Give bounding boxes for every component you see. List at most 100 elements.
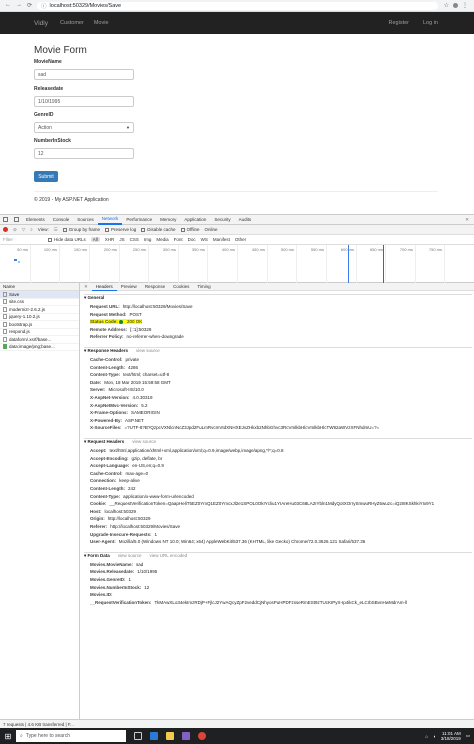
tab-performance[interactable]: Performance	[122, 215, 156, 225]
extension-icon[interactable]	[453, 3, 458, 8]
tab-preview[interactable]: Preview	[117, 283, 141, 291]
tab-network[interactable]: Network	[97, 215, 123, 225]
browser-menu-icon[interactable]: ⋮	[462, 2, 468, 9]
back-icon[interactable]: ←	[5, 2, 11, 9]
reload-icon[interactable]: ⟳	[27, 2, 32, 9]
filter-input[interactable]: Filter	[3, 237, 43, 242]
register-link[interactable]: Register	[389, 20, 409, 26]
request-row[interactable]: jquery-1.10.2.js	[0, 314, 79, 321]
tab-application[interactable]: Application	[180, 215, 210, 225]
devtools-panel: Elements Console Sources Network Perform…	[0, 214, 474, 729]
section-header-request-headers[interactable]: ▾ Request Headers view source	[84, 439, 156, 445]
visual-studio-icon[interactable]	[182, 732, 190, 740]
tab-headers[interactable]: Headers	[91, 283, 117, 291]
close-detail-icon[interactable]: ✕	[80, 284, 92, 290]
tab-elements[interactable]: Elements	[22, 215, 49, 225]
type-filter-img[interactable]: Img	[144, 237, 152, 242]
type-filter-doc[interactable]: Doc	[188, 237, 196, 242]
releasedate-input[interactable]: 1/10/1995	[34, 96, 134, 107]
bookmark-star-icon[interactable]: ☆	[444, 2, 449, 9]
request-row[interactable]: data:image/png;base...	[0, 344, 79, 351]
tab-audits[interactable]: Audits	[235, 215, 256, 225]
chrome-icon[interactable]	[198, 732, 206, 740]
view-source-link[interactable]: view source	[136, 348, 160, 353]
file-icon	[3, 329, 7, 335]
search-icon[interactable]: ⌕	[30, 227, 33, 232]
header-key: Content-Type:	[90, 493, 121, 499]
tab-memory[interactable]: Memory	[156, 215, 180, 225]
request-row[interactable]: bootstrap.js	[0, 321, 79, 329]
inspect-icon[interactable]	[3, 217, 8, 222]
tab-security[interactable]: Security	[210, 215, 234, 225]
brand-link[interactable]: Vidly	[34, 20, 48, 27]
header-row: Movies.MovieName: sad	[90, 562, 143, 567]
section-header-response-headers[interactable]: ▾ Response Headers view source	[84, 348, 160, 354]
section-title: General	[87, 295, 105, 300]
device-toolbar-icon[interactable]	[14, 217, 19, 222]
type-filter-manifest[interactable]: Manifest	[213, 237, 230, 242]
tab-timing[interactable]: Timing	[193, 283, 214, 291]
header-row: Remote Address: [::1]:50329	[90, 327, 151, 332]
section-header-form-data[interactable]: ▾ Form Data view source view URL encoded	[84, 553, 187, 559]
type-filter-all[interactable]: All	[90, 237, 100, 242]
timeline-tick-label: 500 ms	[280, 247, 294, 252]
tab-response[interactable]: Response	[141, 283, 169, 291]
clock[interactable]: 11:01 AM 3/18/2019	[441, 731, 461, 742]
header-row: Origin: http://localhost:50329	[90, 516, 151, 521]
type-filter-xhr[interactable]: XHR	[105, 237, 115, 242]
submit-button[interactable]: Submit	[34, 171, 58, 182]
request-row[interactable]: Save	[0, 291, 79, 299]
large-rows-icon[interactable]: ☰	[54, 227, 58, 233]
request-row[interactable]: dataform/.xsrf/base...	[0, 336, 79, 344]
type-filter-other[interactable]: Other	[235, 237, 246, 242]
header-value: =?UTF-8?B?QzpcVXNlcnNcZ3Jpd2FuLmRvcmVtdX…	[124, 425, 380, 431]
header-row: Upgrade-Insecure-Requests: 1	[90, 532, 157, 537]
request-row[interactable]: modernizr-2.6.2.js	[0, 306, 79, 314]
header-key: __RequestVerificationToken:	[90, 599, 152, 605]
request-row[interactable]: site.css	[0, 299, 79, 306]
nav-link-customer[interactable]: Customer	[60, 20, 84, 26]
close-icon[interactable]: ✕	[465, 217, 469, 223]
type-filter-ws[interactable]: WS	[201, 237, 208, 242]
login-link[interactable]: Log in	[423, 20, 438, 26]
moviename-input[interactable]: sad	[34, 69, 134, 80]
throttling-select[interactable]: Online	[205, 227, 218, 232]
type-filter-font[interactable]: Font	[174, 237, 183, 242]
file-icon	[3, 321, 7, 327]
network-icon[interactable]: ⌂	[425, 734, 428, 739]
numberinstock-input[interactable]: 12	[34, 148, 134, 159]
view-url-encoded-link[interactable]: view URL encoded	[150, 553, 188, 558]
edge-icon[interactable]	[150, 732, 158, 740]
windows-start-icon[interactable]: ⊞	[0, 728, 16, 744]
disable-cache-checkbox[interactable]: Disable cache	[141, 227, 176, 232]
file-explorer-icon[interactable]	[166, 732, 174, 740]
header-key: Remote Address:	[90, 326, 128, 332]
request-row[interactable]: respond.js	[0, 329, 79, 336]
record-icon[interactable]	[3, 227, 8, 232]
taskbar-search[interactable]: ⌕ Type here to search	[16, 730, 126, 742]
view-source-link[interactable]: view source	[132, 439, 156, 444]
type-filter-css[interactable]: CSS	[130, 237, 139, 242]
nav-link-movie[interactable]: Movie	[94, 20, 109, 26]
group-by-frame-checkbox[interactable]: Group by frame	[62, 227, 100, 232]
request-list-header[interactable]: Name	[0, 283, 79, 291]
tab-cookies[interactable]: Cookies	[169, 283, 193, 291]
notifications-icon[interactable]: ▭	[466, 733, 470, 739]
section-header-general[interactable]: ▾ General	[84, 295, 104, 301]
hide-data-urls-checkbox[interactable]: Hide data URLs	[48, 237, 86, 242]
preserve-log-checkbox[interactable]: Preserve log	[105, 227, 136, 232]
offline-checkbox[interactable]: Offline	[180, 227, 200, 232]
volume-icon[interactable]: ◖	[433, 734, 436, 739]
type-filter-js[interactable]: JS	[119, 237, 124, 242]
view-source-link[interactable]: view source	[118, 553, 142, 558]
tab-console[interactable]: Console	[49, 215, 74, 225]
network-overview-timeline[interactable]: 50 ms 100 ms 150 ms 200 ms 250 ms 300 ms 350 m…	[0, 245, 474, 283]
forward-icon[interactable]: →	[16, 2, 22, 9]
clear-icon[interactable]: ⊘	[13, 227, 17, 233]
filter-icon[interactable]: ▽	[22, 227, 25, 233]
type-filter-media[interactable]: Media	[156, 237, 168, 242]
genre-select[interactable]: Action ▼	[34, 122, 134, 133]
task-view-icon[interactable]	[134, 732, 142, 740]
url-field[interactable]: ⓘ localhost:50329/Movies/Save	[37, 1, 438, 10]
tab-sources[interactable]: Sources	[73, 215, 98, 225]
